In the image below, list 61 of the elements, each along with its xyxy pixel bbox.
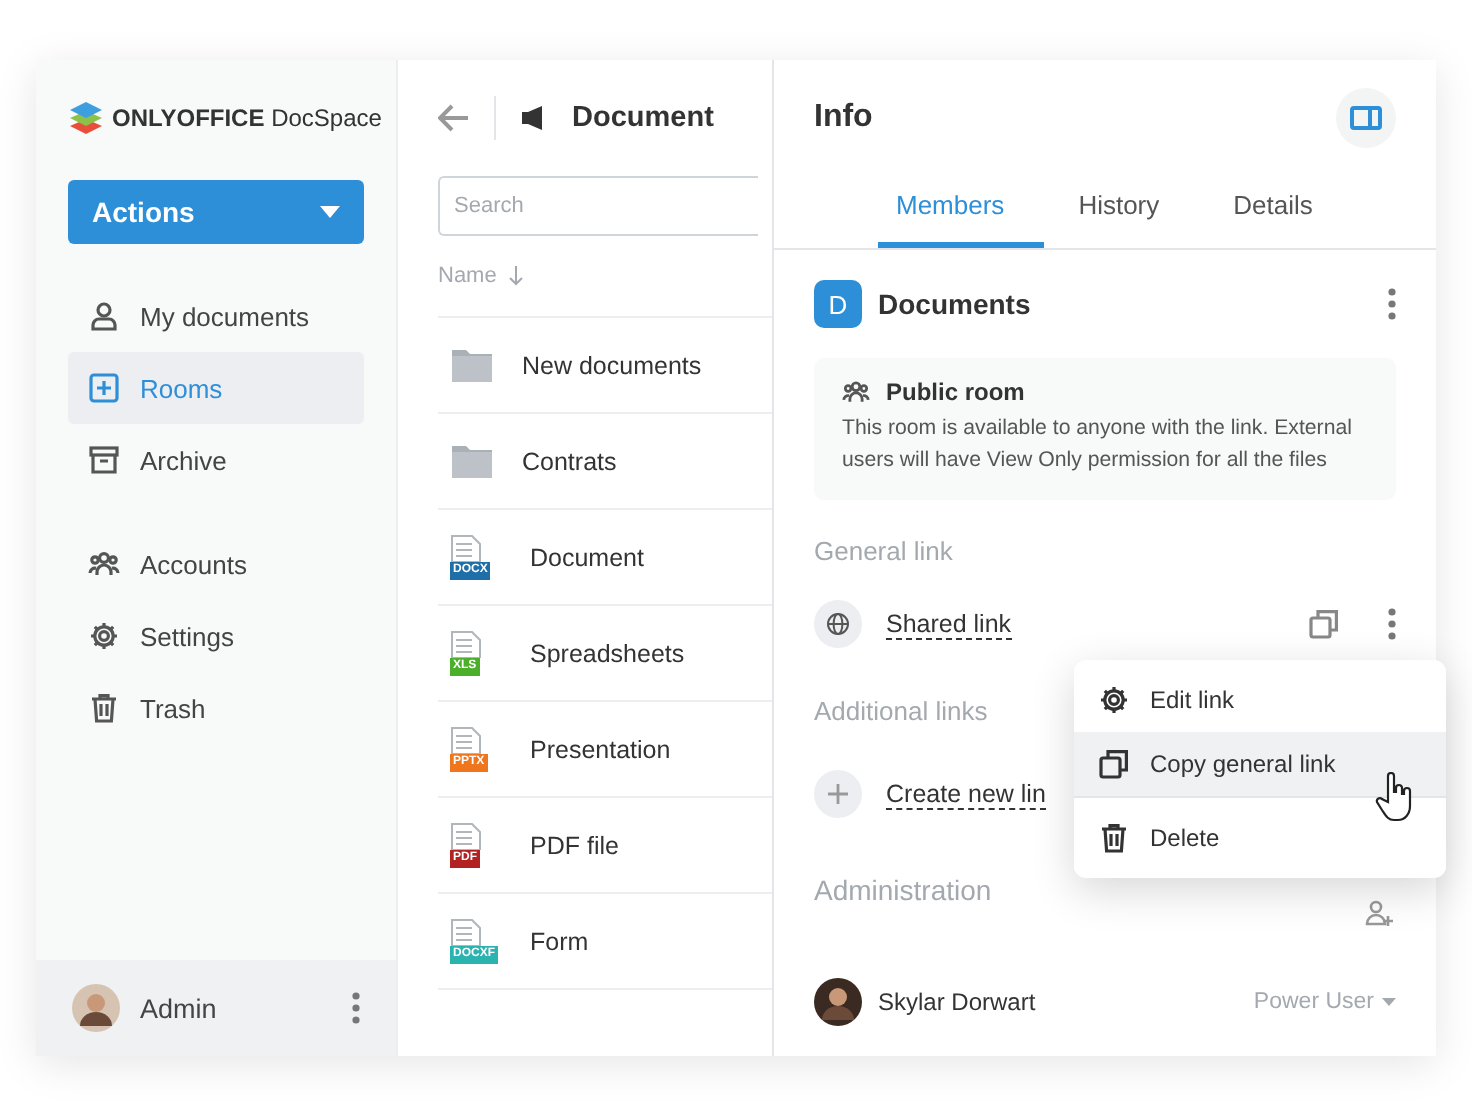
copy-icon	[1308, 608, 1340, 640]
menu-item[interactable]: Delete	[1074, 806, 1446, 870]
trash-icon	[88, 692, 120, 724]
logo-text: ONLYOFFICE DocSpace	[112, 104, 382, 132]
folder-icon	[450, 347, 494, 383]
caret-icon	[1382, 998, 1396, 1006]
sidebar-item[interactable]: Archive	[68, 424, 364, 496]
panel-title: Info	[814, 100, 873, 136]
notice-text: This room is available to anyone with the link. External users will have View Only permission for all the files	[842, 414, 1354, 476]
add-user-icon[interactable]	[1364, 898, 1396, 930]
tab[interactable]: History	[1060, 180, 1200, 248]
grid-icon	[88, 372, 120, 404]
file-name[interactable]: Presentation	[530, 735, 671, 763]
sidebar-item[interactable]: Settings	[68, 600, 364, 672]
logo-icon	[68, 100, 104, 136]
section-heading: Additional links	[814, 696, 988, 726]
folder-title: Document	[572, 102, 714, 134]
people-icon	[88, 548, 120, 580]
sort-arrow-icon	[508, 266, 525, 286]
file-name[interactable]: Spreadsheets	[530, 639, 685, 667]
room-name: Documents	[878, 288, 1033, 320]
sidebar-item[interactable]: Trash	[68, 672, 364, 744]
file-name[interactable]: New documents	[522, 351, 702, 379]
section-heading: Administration	[814, 874, 992, 906]
file-name[interactable]: Form	[530, 927, 589, 955]
user-name: Admin	[140, 993, 219, 1023]
shared-link[interactable]: Shared link	[886, 609, 1012, 639]
copy-icon	[1098, 748, 1130, 780]
section-heading: General link	[814, 536, 953, 566]
people-icon	[842, 378, 870, 406]
plus-icon[interactable]	[814, 770, 862, 818]
menu-item[interactable]: Edit link	[1074, 668, 1446, 732]
member-name: Skylar Dorwart	[878, 988, 1038, 1016]
room-badge: D	[814, 280, 862, 328]
more-icon[interactable]	[1388, 288, 1396, 320]
caret-icon	[320, 206, 340, 218]
create-link[interactable]: Create new lin	[886, 779, 1046, 809]
panel-toggle-button[interactable]	[1336, 88, 1396, 148]
file-name[interactable]: Document	[530, 543, 644, 571]
archive-icon	[88, 444, 120, 476]
sidebar-panel-icon	[1350, 106, 1382, 130]
trash-icon	[1098, 822, 1130, 854]
file-name[interactable]: Contrats	[522, 447, 617, 475]
folder-icon	[450, 443, 494, 479]
sidebar-item[interactable]: Accounts	[68, 528, 364, 600]
settings-icon	[88, 620, 120, 652]
avatar-icon	[814, 978, 862, 1026]
search-field[interactable]: Search	[438, 176, 758, 236]
more-icon[interactable]	[1388, 608, 1396, 640]
avatar-icon	[72, 984, 120, 1032]
file-name[interactable]: PDF file	[530, 831, 619, 859]
tab[interactable]: Details	[1215, 180, 1353, 248]
back-arrow-icon[interactable]	[438, 104, 470, 132]
menu-item[interactable]: Copy general link	[1074, 732, 1446, 798]
person-icon	[88, 300, 120, 332]
settings-icon	[1098, 684, 1130, 716]
more-icon[interactable]	[352, 992, 360, 1024]
sidebar-item[interactable]: My documents	[68, 280, 364, 352]
megaphone-icon	[520, 104, 548, 132]
notice-title: Public room	[886, 378, 1025, 406]
globe-icon	[814, 600, 862, 648]
